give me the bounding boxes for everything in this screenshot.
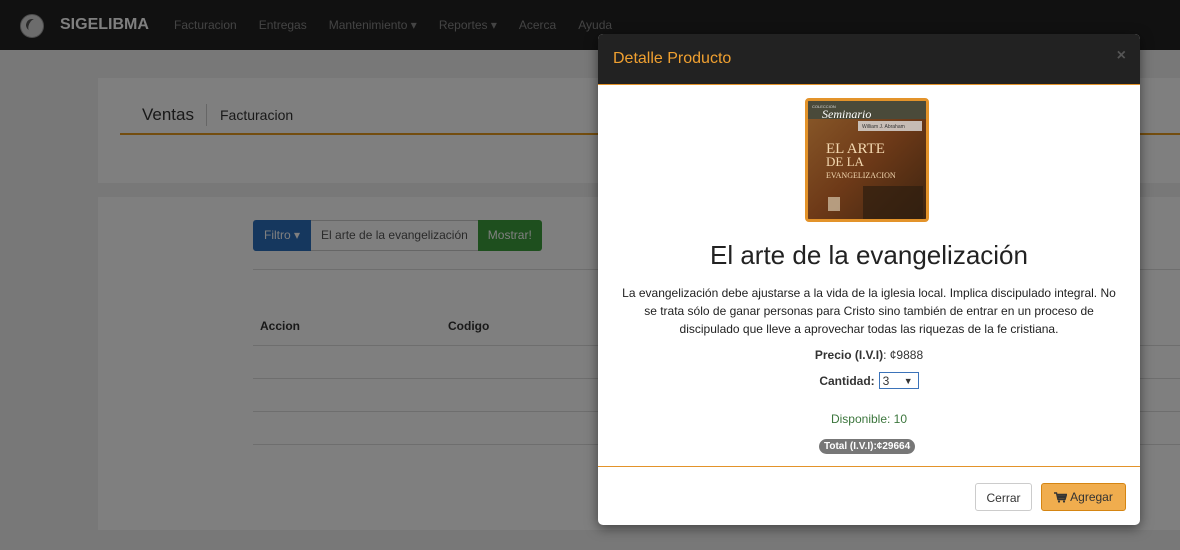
price-label: Precio (I.V.I) — [814, 348, 884, 362]
availability-text: Disponible: 10 — [830, 412, 908, 426]
add-to-cart-button[interactable]: Agregar — [1041, 483, 1126, 511]
modal-footer-divider — [598, 466, 1140, 467]
close-icon[interactable]: × — [1117, 47, 1126, 65]
product-description: La evangelización debe ajustarse a la vi… — [622, 286, 1116, 336]
total-badge: Total (I.V.I):¢29664 — [819, 439, 916, 454]
book-cover-image: COLECCION Seminario William J. Abraham E… — [805, 98, 929, 222]
quantity-label: Cantidad: — [819, 373, 875, 388]
cover-title-line2: DE LA — [826, 154, 865, 169]
quantity-row: Cantidad: 3 — [598, 372, 1140, 390]
product-title: El arte de la evangelización — [710, 240, 1028, 270]
price-value: : ¢9888 — [883, 348, 924, 362]
modal-title: Detalle Producto — [613, 50, 732, 67]
modal-header: Detalle Producto × — [598, 34, 1140, 85]
cover-author: William J. Abraham — [862, 124, 905, 130]
cover-title-line3: EVANGELIZACION — [826, 171, 896, 180]
cart-icon — [1054, 491, 1068, 503]
close-button[interactable]: Cerrar — [975, 483, 1032, 511]
cover-brand: Seminario — [822, 107, 871, 121]
product-detail-modal: Detalle Producto × COLECCION Seminario W… — [598, 34, 1140, 525]
add-button-label: Agregar — [1070, 490, 1113, 504]
price-row: Precio (I.V.I): ¢9888 — [598, 348, 1140, 362]
quantity-select[interactable]: 3 — [878, 372, 919, 390]
